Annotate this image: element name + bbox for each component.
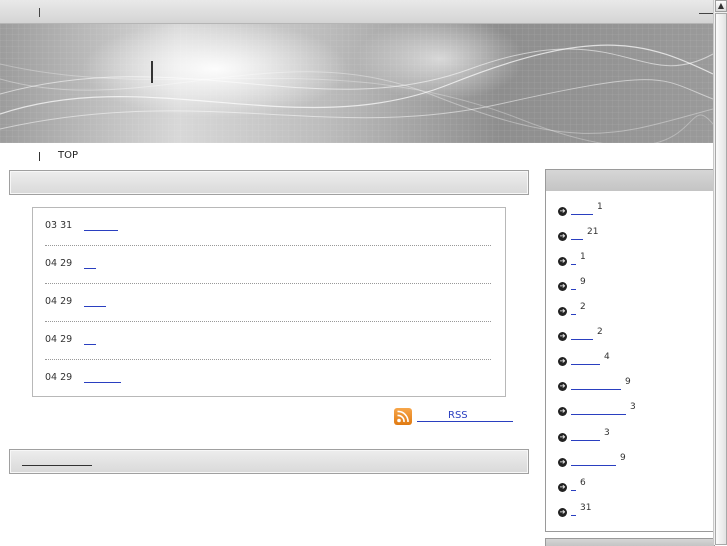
category-link[interactable] xyxy=(571,214,593,215)
banner-title-mark xyxy=(151,61,153,83)
news-date: 04 29 xyxy=(45,372,73,383)
arrow-circle-right-icon: ➔ xyxy=(558,382,567,391)
arrow-circle-right-icon: ➔ xyxy=(558,307,567,316)
news-date: 04 29 xyxy=(45,258,73,269)
category-link[interactable] xyxy=(571,239,583,240)
banner-wave-graphic xyxy=(0,44,713,143)
news-item: 04 29 xyxy=(45,284,491,322)
category-link[interactable] xyxy=(571,339,593,340)
category-link[interactable] xyxy=(571,264,576,265)
arrow-circle-right-icon: ➔ xyxy=(558,232,567,241)
sidebar-category-list: ➔ 1 ➔ 21 ➔ 1 ➔ 9 ➔ 2 ➔ 2 ➔ 4 ➔ 9 ➔ 3 ➔ 3… xyxy=(545,191,714,532)
category-count: 4 xyxy=(604,352,610,362)
category-link[interactable] xyxy=(571,515,576,516)
news-item: 04 29 xyxy=(45,246,491,284)
arrow-circle-right-icon: ➔ xyxy=(558,332,567,341)
arrow-circle-right-icon: ➔ xyxy=(558,257,567,266)
category-count: 1 xyxy=(580,252,586,262)
second-section-header xyxy=(9,449,529,474)
vertical-scrollbar[interactable]: ▲ xyxy=(713,0,727,545)
news-section-header xyxy=(9,170,529,195)
arrow-circle-right-icon: ➔ xyxy=(558,458,567,467)
category-link[interactable] xyxy=(571,364,600,365)
header-banner xyxy=(0,24,713,143)
news-item: 03 31 xyxy=(45,208,491,246)
category-count: 9 xyxy=(620,453,626,463)
breadcrumb-separator xyxy=(39,152,40,161)
category-count: 9 xyxy=(580,277,586,287)
category-link[interactable] xyxy=(571,389,621,390)
news-list: 03 31 04 29 04 29 04 29 04 29 xyxy=(32,207,506,397)
news-date: 03 31 xyxy=(45,220,73,231)
category-count: 9 xyxy=(625,377,631,387)
top-bar xyxy=(0,0,713,24)
news-link[interactable] xyxy=(84,344,96,345)
category-link[interactable] xyxy=(571,289,576,290)
arrow-circle-right-icon: ➔ xyxy=(558,483,567,492)
news-item: 04 29 xyxy=(45,360,491,398)
rss-feed-icon[interactable] xyxy=(394,408,412,425)
category-count: 21 xyxy=(587,227,599,237)
sidebar-category-header xyxy=(545,169,715,192)
category-link[interactable] xyxy=(571,314,576,315)
news-link[interactable] xyxy=(84,382,121,383)
category-link[interactable] xyxy=(571,465,616,466)
news-link[interactable] xyxy=(84,230,118,231)
top-bar-separator xyxy=(39,8,40,17)
arrow-circle-right-icon: ➔ xyxy=(558,207,567,216)
rss-link-underline[interactable] xyxy=(417,421,513,422)
breadcrumb-top-link[interactable]: TOP xyxy=(58,150,78,161)
category-count: 3 xyxy=(604,428,610,438)
category-count: 1 xyxy=(597,202,603,212)
scroll-up-arrow-icon[interactable]: ▲ xyxy=(715,0,727,12)
news-item: 04 29 xyxy=(45,322,491,360)
news-link[interactable] xyxy=(84,268,96,269)
news-date: 04 29 xyxy=(45,296,73,307)
category-count: 2 xyxy=(580,302,586,312)
scrollbar-thumb[interactable] xyxy=(715,13,727,545)
category-count: 3 xyxy=(630,402,636,412)
news-link[interactable] xyxy=(84,306,106,307)
category-link[interactable] xyxy=(571,414,626,415)
breadcrumb: TOP xyxy=(0,150,200,162)
arrow-circle-right-icon: ➔ xyxy=(558,357,567,366)
category-count: 6 xyxy=(580,478,586,488)
arrow-circle-right-icon: ➔ xyxy=(558,508,567,517)
arrow-circle-right-icon: ➔ xyxy=(558,282,567,291)
category-link[interactable] xyxy=(571,440,600,441)
arrow-circle-right-icon: ➔ xyxy=(558,407,567,416)
category-link[interactable] xyxy=(571,490,576,491)
news-date: 04 29 xyxy=(45,334,73,345)
arrow-circle-right-icon: ➔ xyxy=(558,433,567,442)
rss-label[interactable]: RSS xyxy=(448,410,468,421)
second-section-link[interactable] xyxy=(22,465,92,466)
category-count: 2 xyxy=(597,327,603,337)
category-count: 31 xyxy=(580,503,592,513)
top-bar-link[interactable] xyxy=(699,13,713,14)
